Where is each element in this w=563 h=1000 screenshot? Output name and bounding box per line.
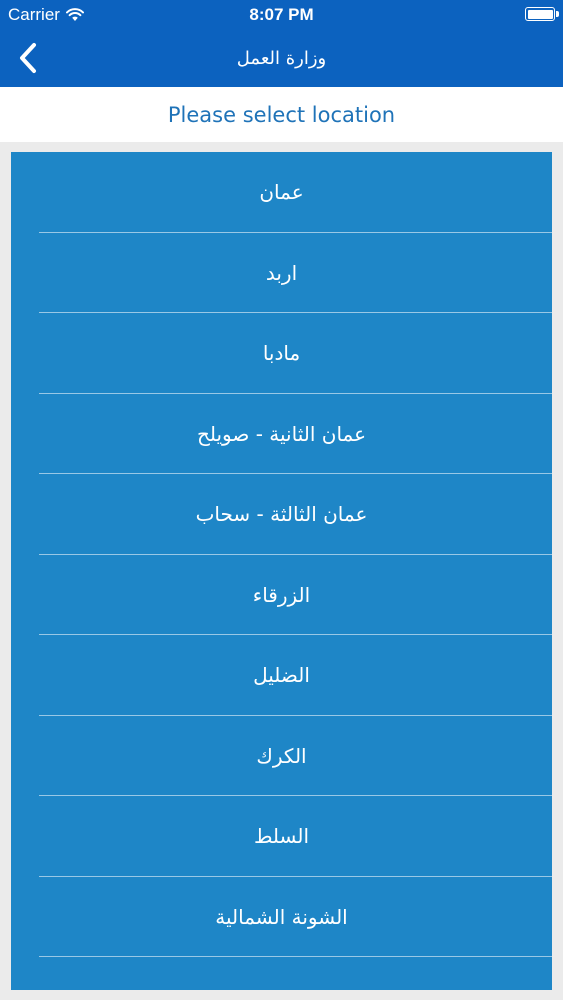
location-item-label: الزرقاء <box>252 582 311 607</box>
location-item-label: الضليل <box>253 663 310 688</box>
location-item[interactable]: عمان الثالثة - سحاب <box>11 474 552 555</box>
status-bar: Carrier 8:07 PM <box>0 0 563 30</box>
page-title: وزارة العمل <box>236 48 327 69</box>
location-item-label: الكرك <box>256 743 307 768</box>
location-item[interactable]: مادبا <box>11 313 552 394</box>
location-item[interactable]: الكرك <box>11 716 552 797</box>
location-item[interactable]: عمان الثانية - صويلح <box>11 394 552 475</box>
location-item-label: السلط <box>253 824 310 849</box>
location-item-label: عمان <box>259 180 304 205</box>
location-item[interactable]: عمان <box>11 152 552 233</box>
location-item-label: الشونة الشمالية <box>215 904 348 929</box>
nav-bar: وزارة العمل <box>0 30 563 87</box>
location-item[interactable]: الشونة الشمالية <box>11 877 552 958</box>
battery-icon <box>525 7 559 21</box>
location-list: عمان اربد مادبا عمان الثانية - صويلح عما… <box>11 152 552 990</box>
location-item[interactable]: السلط <box>11 796 552 877</box>
location-item[interactable]: الضليل <box>11 635 552 716</box>
location-prompt: Please select location <box>0 87 563 142</box>
location-item-label: عمان الثالثة - سحاب <box>195 502 368 527</box>
clock: 8:07 PM <box>249 5 314 24</box>
location-item[interactable]: اربد <box>11 233 552 314</box>
location-item-label: عمان الثانية - صويلح <box>196 421 367 446</box>
location-item-label: اربد <box>265 260 298 285</box>
location-item-label: مادبا <box>262 341 301 366</box>
location-item[interactable]: الزرقاء <box>11 555 552 636</box>
header: Carrier 8:07 PM وزارة العمل <box>0 0 563 87</box>
location-prompt-label: Please select location <box>167 102 396 127</box>
